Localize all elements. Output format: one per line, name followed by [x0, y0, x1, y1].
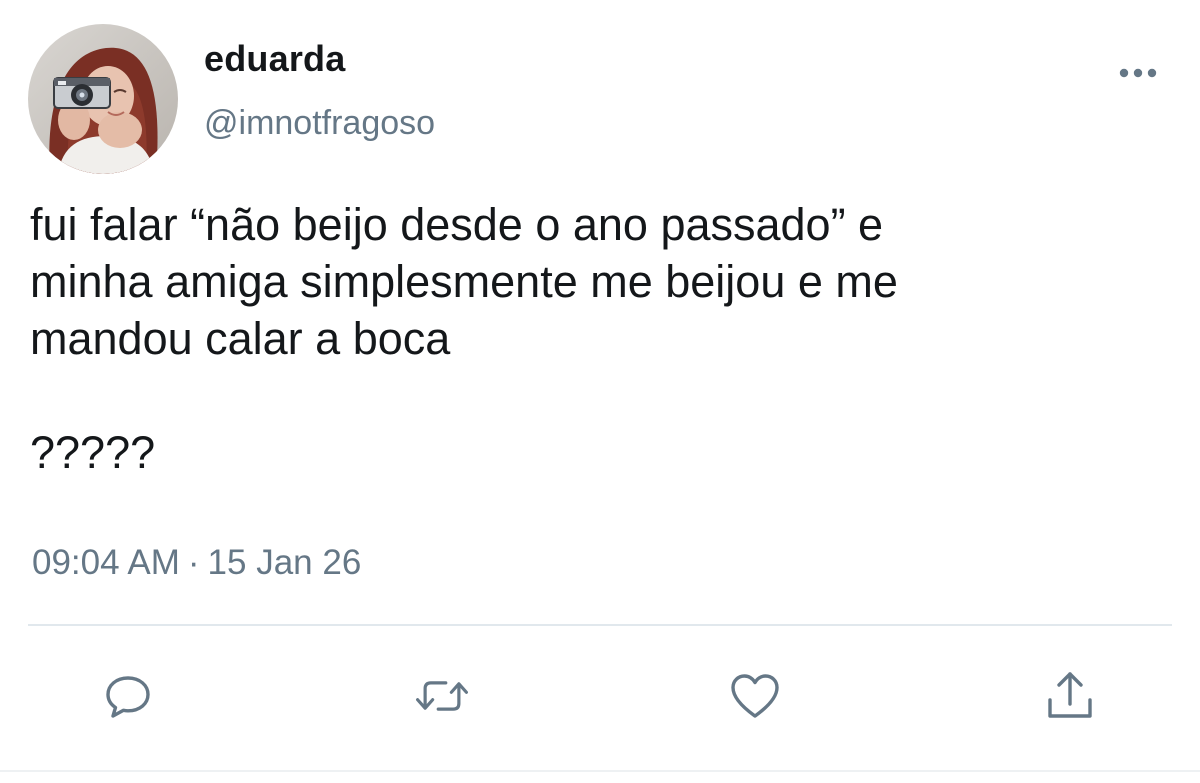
reply-button[interactable]	[98, 666, 158, 726]
tweet-text: fui falar “não beijo desde o ano passado…	[30, 199, 898, 478]
tweet-timestamp[interactable]: 09:04 AM · 15 Jan 26	[32, 543, 361, 583]
avatar-photo	[28, 24, 178, 174]
tweet-date: 15 Jan 26	[207, 543, 362, 582]
more-options-button[interactable]	[1112, 58, 1164, 88]
speech-bubble-icon	[106, 676, 150, 718]
upload-arrow-icon	[1048, 672, 1092, 718]
share-button[interactable]	[1040, 666, 1100, 726]
heart-icon	[731, 674, 779, 718]
like-button[interactable]	[725, 666, 785, 726]
ellipsis-icon	[1119, 68, 1157, 78]
bottom-border	[0, 770, 1200, 772]
tweet-time: 09:04 AM	[32, 543, 180, 582]
timestamp-separator: ·	[187, 543, 200, 582]
user-handle[interactable]: @imnotfragoso	[204, 104, 435, 143]
avatar[interactable]	[28, 24, 178, 174]
retweet-button[interactable]	[412, 666, 472, 726]
tweet-card: eduarda @imnotfragoso fui falar “não bei…	[0, 0, 1200, 783]
retweet-arrows-icon	[416, 681, 468, 711]
divider	[28, 624, 1172, 626]
display-name[interactable]: eduarda	[204, 38, 345, 80]
